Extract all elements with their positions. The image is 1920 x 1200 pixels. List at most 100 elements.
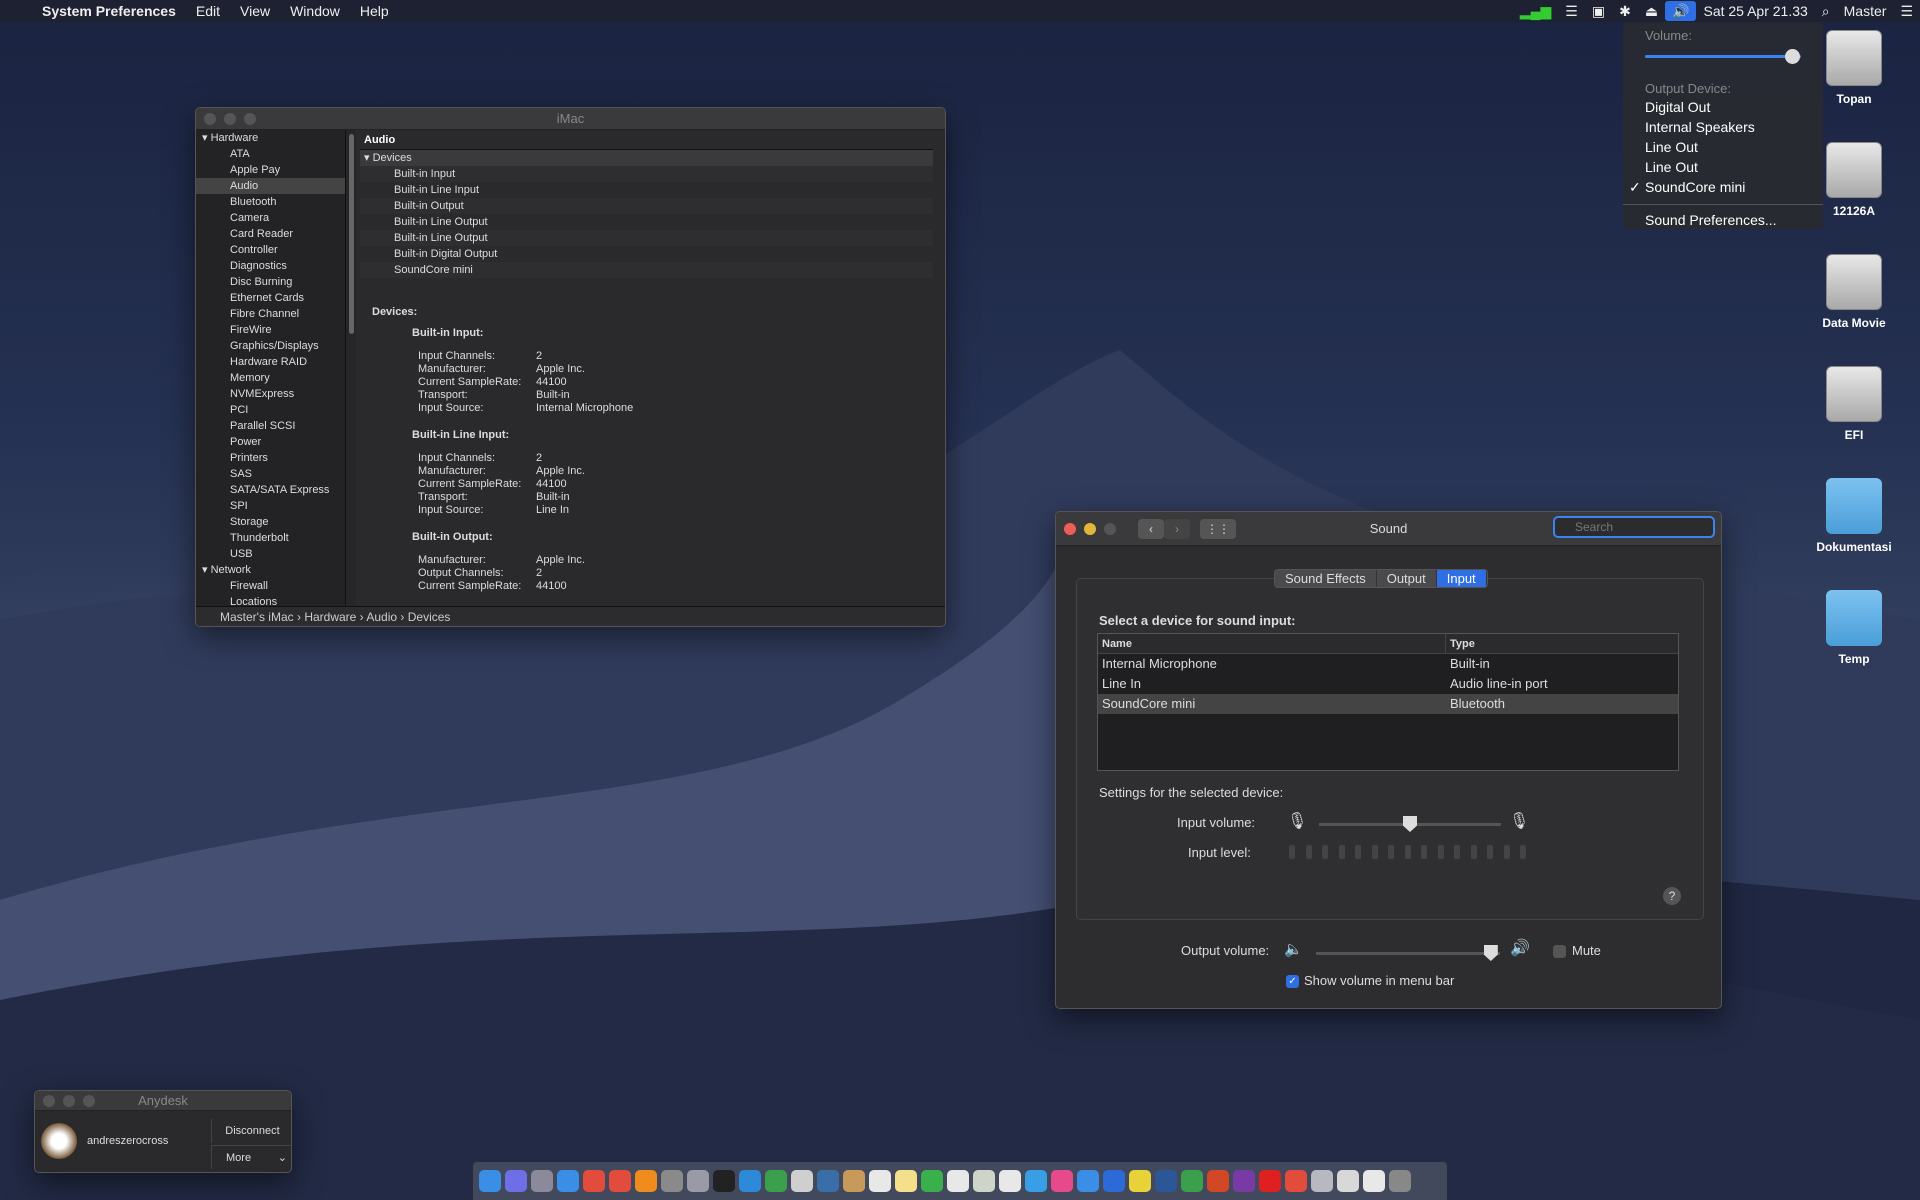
sidebar-item[interactable]: Locations — [196, 594, 345, 606]
sidebar-item[interactable]: SATA/SATA Express — [196, 482, 345, 498]
dock-app-icon[interactable] — [1233, 1170, 1255, 1192]
sidebar-item[interactable]: Graphics/Displays — [196, 338, 345, 354]
device-row[interactable]: Built-in Digital Output — [360, 246, 933, 262]
path-item[interactable]: Master's iMac — [220, 610, 294, 624]
dock-app-icon[interactable] — [635, 1170, 657, 1192]
output-device-item[interactable]: ✓ SoundCore mini — [1623, 178, 1823, 198]
disclosure-triangle-icon[interactable]: ▾ — [202, 564, 211, 576]
dock-app-icon[interactable] — [1025, 1170, 1047, 1192]
output-volume-knob[interactable] — [1483, 945, 1498, 961]
sidebar-item[interactable]: Disc Burning — [196, 274, 345, 290]
sidebar-item[interactable]: PCI — [196, 402, 345, 418]
sidebar-item[interactable]: Card Reader — [196, 226, 345, 242]
notification-center-icon[interactable]: ☰ — [1893, 3, 1920, 20]
output-device-item[interactable]: Line Out — [1623, 158, 1823, 178]
search-input[interactable]: Search — [1553, 516, 1715, 538]
sidebar-item[interactable]: SAS — [196, 466, 345, 482]
menu-help[interactable]: Help — [350, 3, 399, 19]
user-menu[interactable]: Master — [1837, 3, 1894, 19]
dock-app-icon[interactable] — [791, 1170, 813, 1192]
sidebar-item[interactable]: FireWire — [196, 322, 345, 338]
dock-app-icon[interactable] — [1207, 1170, 1229, 1192]
volume-slider-knob[interactable] — [1785, 49, 1801, 64]
output-device-item[interactable]: Digital Out — [1623, 98, 1823, 118]
device-row[interactable]: Built-in Line Output — [360, 214, 933, 230]
table-row[interactable]: Internal Microphone Built-in — [1098, 654, 1678, 674]
tab[interactable]: Sound Effects — [1275, 570, 1377, 587]
dock-app-icon[interactable] — [1129, 1170, 1151, 1192]
dock-app-icon[interactable] — [609, 1170, 631, 1192]
sidebar-item[interactable]: Controller — [196, 242, 345, 258]
network-icon[interactable]: ☰ — [1558, 3, 1585, 20]
sidebar-item[interactable]: Camera — [196, 210, 345, 226]
signal-icon[interactable]: ▂▄▆ — [1513, 3, 1558, 20]
dock-app-icon[interactable] — [1051, 1170, 1073, 1192]
volume-slider[interactable] — [1645, 47, 1801, 65]
dock-app-icon[interactable] — [583, 1170, 605, 1192]
dock-app-icon[interactable] — [1389, 1170, 1411, 1192]
group-devices[interactable]: Devices — [373, 152, 412, 164]
menu-edit[interactable]: Edit — [186, 3, 230, 19]
tab[interactable]: Input — [1436, 570, 1487, 587]
dock-app-icon[interactable] — [661, 1170, 683, 1192]
dock-app-icon[interactable] — [869, 1170, 891, 1192]
tab[interactable]: Output — [1376, 570, 1437, 587]
clock[interactable]: Sat 25 Apr 21.33 — [1696, 3, 1814, 19]
sidebar-item[interactable]: Parallel SCSI — [196, 418, 345, 434]
app-menu[interactable]: System Preferences — [32, 3, 186, 19]
volume-icon[interactable]: 🔊 — [1665, 1, 1697, 21]
dock-app-icon[interactable] — [739, 1170, 761, 1192]
show-volume-checkbox[interactable]: ✓ — [1286, 975, 1299, 988]
sidebar-item[interactable]: Audio — [196, 178, 345, 194]
dock-app-icon[interactable] — [1181, 1170, 1203, 1192]
sidebar-item[interactable]: Fibre Channel — [196, 306, 345, 322]
menu-view[interactable]: View — [230, 3, 280, 19]
sidebar-item[interactable]: Hardware RAID — [196, 354, 345, 370]
device-row[interactable]: Built-in Line Output — [360, 230, 933, 246]
col-type[interactable]: Type — [1446, 634, 1475, 653]
output-device-item[interactable]: Internal Speakers — [1623, 118, 1823, 138]
section-header[interactable]: Audio — [360, 130, 933, 150]
input-volume-slider[interactable] — [1319, 816, 1501, 832]
eject-icon[interactable]: ⏏ — [1638, 3, 1665, 20]
sidebar-item[interactable]: Memory — [196, 370, 345, 386]
disclosure-triangle-icon[interactable]: ▾ — [202, 132, 211, 144]
menu-window[interactable]: Window — [280, 3, 350, 19]
drive-desktop-icon[interactable]: Data Movie — [1804, 254, 1904, 330]
dock-app-icon[interactable] — [921, 1170, 943, 1192]
dock-app-icon[interactable] — [505, 1170, 527, 1192]
device-row[interactable]: Built-in Line Input — [360, 182, 933, 198]
dock-app-icon[interactable] — [687, 1170, 709, 1192]
dock-app-icon[interactable] — [1103, 1170, 1125, 1192]
sidebar-scrollbar[interactable] — [346, 130, 356, 606]
drive-desktop-icon[interactable]: Topan — [1804, 30, 1904, 106]
activity-icon[interactable]: ▣ — [1585, 3, 1612, 20]
dock-app-icon[interactable] — [531, 1170, 553, 1192]
dock-app-icon[interactable] — [1077, 1170, 1099, 1192]
input-volume-knob[interactable] — [1403, 816, 1417, 832]
dock-app-icon[interactable] — [765, 1170, 787, 1192]
device-row[interactable]: SoundCore mini — [360, 262, 933, 278]
drive-desktop-icon[interactable]: 12126A — [1804, 142, 1904, 218]
mute-checkbox[interactable] — [1553, 945, 1566, 958]
help-button[interactable]: ? — [1663, 887, 1681, 905]
input-device-table[interactable]: Name Type Internal Microphone Built-in Line… — [1097, 633, 1679, 771]
dock-app-icon[interactable] — [843, 1170, 865, 1192]
path-item[interactable]: Hardware — [304, 610, 356, 624]
table-row[interactable]: SoundCore mini Bluetooth — [1098, 694, 1678, 714]
more-button[interactable]: More ⌄ — [211, 1145, 291, 1169]
dock-app-icon[interactable] — [1259, 1170, 1281, 1192]
col-name[interactable]: Name — [1098, 634, 1446, 653]
sidebar-item[interactable]: SPI — [196, 498, 345, 514]
folder-desktop-icon[interactable]: Dokumentasi — [1804, 478, 1904, 554]
sidebar-item[interactable]: Power — [196, 434, 345, 450]
bluetooth-icon[interactable]: ✱ — [1612, 3, 1638, 20]
sidebar-item[interactable]: ▾ Network — [196, 562, 345, 578]
path-item[interactable]: Devices — [408, 610, 451, 624]
dock-app-icon[interactable] — [713, 1170, 735, 1192]
dock-app-icon[interactable] — [1311, 1170, 1333, 1192]
table-row[interactable]: Line In Audio line-in port — [1098, 674, 1678, 694]
sidebar-item[interactable]: NVMExpress — [196, 386, 345, 402]
dock-app-icon[interactable] — [973, 1170, 995, 1192]
device-row[interactable]: Built-in Input — [360, 166, 933, 182]
